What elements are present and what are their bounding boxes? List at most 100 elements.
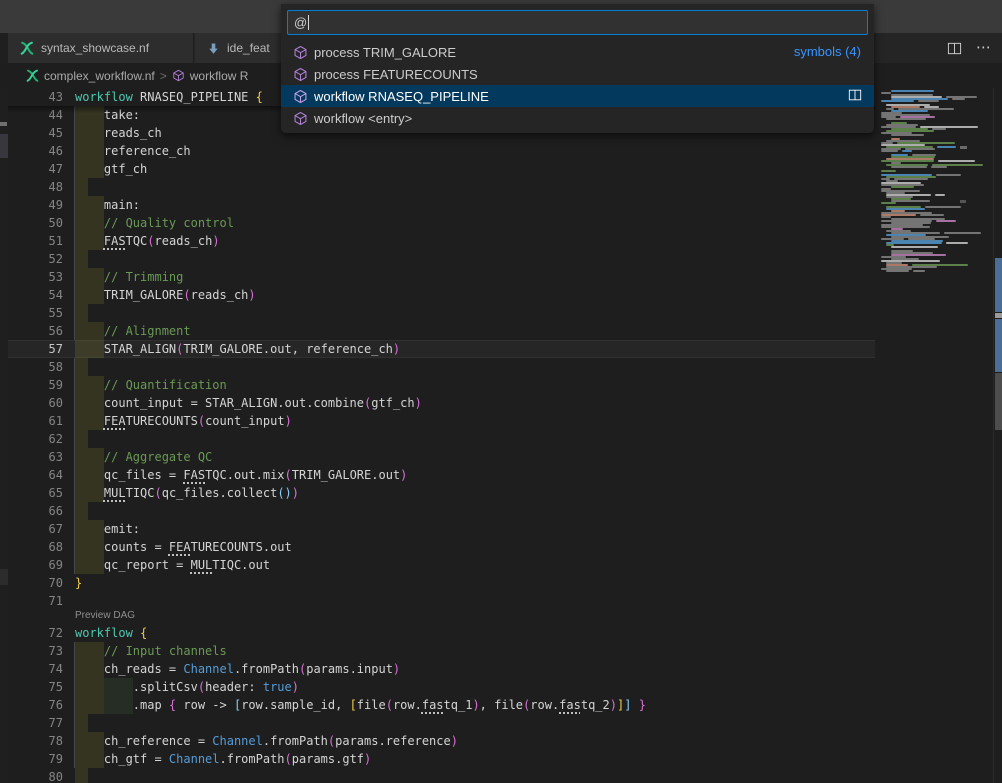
line-number[interactable]: 69 xyxy=(8,556,63,574)
code-line-65[interactable]: 65 MULTIQC(qc_files.collect()) xyxy=(8,484,875,502)
symbols-count-badge: symbols (4) xyxy=(794,41,861,63)
code-line-60[interactable]: 60 count_input = STAR_ALIGN.out.combine(… xyxy=(8,394,875,412)
line-number[interactable]: 66 xyxy=(8,502,63,520)
line-number[interactable]: 73 xyxy=(8,642,63,660)
line-number[interactable]: 77 xyxy=(8,714,63,732)
line-number[interactable]: 54 xyxy=(8,286,63,304)
code-line-52[interactable]: 52 xyxy=(8,250,875,268)
overview-ruler-scrollbar[interactable] xyxy=(993,88,1002,783)
line-number[interactable]: 46 xyxy=(8,142,63,160)
code-line-61[interactable]: 61 FEATURECOUNTS(count_input) xyxy=(8,412,875,430)
line-number[interactable]: 44 xyxy=(8,106,63,124)
line-number[interactable]: 45 xyxy=(8,124,63,142)
code-line-75[interactable]: 75 .splitCsv(header: true) xyxy=(8,678,875,696)
line-number[interactable]: 72 xyxy=(8,624,63,642)
code-line-71[interactable]: 71 xyxy=(8,592,875,610)
quick-open-item-3[interactable]: workflow <entry> xyxy=(281,107,874,129)
line-number[interactable]: 59 xyxy=(8,376,63,394)
line-number[interactable]: 49 xyxy=(8,196,63,214)
line-number[interactable]: 78 xyxy=(8,732,63,750)
quick-open-item-0[interactable]: process TRIM_GALOREsymbols (4) xyxy=(281,41,874,63)
code-line-79[interactable]: 79 ch_gtf = Channel.fromPath(params.gtf) xyxy=(8,750,875,768)
code-line-48[interactable]: 48 xyxy=(8,178,875,196)
line-number[interactable]: 71 xyxy=(8,592,63,610)
minimap-line xyxy=(946,242,968,244)
code-line-50[interactable]: 50 // Quality control xyxy=(8,214,875,232)
more-actions-icon[interactable]: ⋯ xyxy=(976,40,992,56)
code-line-80[interactable]: 80 xyxy=(8,768,875,783)
line-number[interactable]: 50 xyxy=(8,214,63,232)
code-line-67[interactable]: 67 emit: xyxy=(8,520,875,538)
line-number[interactable]: 48 xyxy=(8,178,63,196)
code-line-54[interactable]: 54 TRIM_GALORE(reads_ch) xyxy=(8,286,875,304)
code-text: MULTIQC(qc_files.collect()) xyxy=(75,484,299,502)
code-line-59[interactable]: 59 // Quantification xyxy=(8,376,875,394)
open-to-side-icon[interactable] xyxy=(848,88,864,104)
minimap-line xyxy=(881,170,896,172)
code-line-68[interactable]: 68 counts = FEATURECOUNTS.out xyxy=(8,538,875,556)
line-number[interactable]: 53 xyxy=(8,268,63,286)
line-number[interactable]: 76 xyxy=(8,696,63,714)
code-editor[interactable]: 43workflow RNASEQ_PIPELINE {44 take:45 r… xyxy=(8,88,875,783)
line-number[interactable]: 67 xyxy=(8,520,63,538)
code-line-62[interactable]: 62 xyxy=(8,430,875,448)
line-number[interactable]: 64 xyxy=(8,466,63,484)
split-editor-icon[interactable] xyxy=(946,40,962,56)
code-line-66[interactable]: 66 xyxy=(8,502,875,520)
minimap-line xyxy=(886,242,942,244)
tab-syntax-showcase-nf[interactable]: syntax_showcase.nf xyxy=(8,33,194,63)
line-number[interactable]: 63 xyxy=(8,448,63,466)
quick-open-list: process TRIM_GALOREsymbols (4)process FE… xyxy=(281,41,874,131)
line-number[interactable]: 60 xyxy=(8,394,63,412)
line-number[interactable]: 55 xyxy=(8,304,63,322)
code-line-74[interactable]: 74 ch_reads = Channel.fromPath(params.in… xyxy=(8,660,875,678)
line-number[interactable]: 79 xyxy=(8,750,63,768)
code-line-76[interactable]: 76 .map { row -> [row.sample_id, [file(r… xyxy=(8,696,875,714)
line-number[interactable]: 62 xyxy=(8,430,63,448)
line-number[interactable]: 74 xyxy=(8,660,63,678)
symbol-method-icon xyxy=(293,67,308,82)
line-number[interactable]: 68 xyxy=(8,538,63,556)
code-line-56[interactable]: 56 // Alignment xyxy=(8,322,875,340)
line-number[interactable]: 80 xyxy=(8,768,63,783)
minimap-line xyxy=(891,134,924,136)
line-number[interactable]: 75 xyxy=(8,678,63,696)
code-line-70[interactable]: 70} xyxy=(8,574,875,592)
line-number[interactable]: 52 xyxy=(8,250,63,268)
code-line-47[interactable]: 47 gtf_ch xyxy=(8,160,875,178)
line-number[interactable]: 47 xyxy=(8,160,63,178)
code-line-69[interactable]: 69 qc_report = MULTIQC.out xyxy=(8,556,875,574)
code-line-55[interactable]: 55 xyxy=(8,304,875,322)
quick-open-input[interactable]: @ xyxy=(287,10,868,35)
breadcrumb-symbol[interactable]: workflow R xyxy=(190,69,249,83)
code-line-72[interactable]: 72workflow { xyxy=(8,624,875,642)
code-text: // Alignment xyxy=(75,322,191,340)
indent-highlight xyxy=(75,768,88,783)
scrollbar-thumb[interactable] xyxy=(995,373,1002,430)
code-line-51[interactable]: 51 FASTQC(reads_ch) xyxy=(8,232,875,250)
code-line-77[interactable]: 77 xyxy=(8,714,875,732)
line-number[interactable]: 70 xyxy=(8,574,63,592)
line-number[interactable]: 58 xyxy=(8,358,63,376)
breadcrumb-file[interactable]: complex_workflow.nf xyxy=(44,69,155,83)
code-line-64[interactable]: 64 qc_files = FASTQC.out.mix(TRIM_GALORE… xyxy=(8,466,875,484)
code-line-49[interactable]: 49 main: xyxy=(8,196,875,214)
line-number[interactable]: 61 xyxy=(8,412,63,430)
minimap[interactable] xyxy=(877,88,993,783)
line-number[interactable]: 51 xyxy=(8,232,63,250)
symbol-method-icon xyxy=(293,89,308,104)
line-number[interactable]: 56 xyxy=(8,322,63,340)
code-line-63[interactable]: 63 // Aggregate QC xyxy=(8,448,875,466)
code-line-57[interactable]: 57 STAR_ALIGN(TRIM_GALORE.out, reference… xyxy=(8,340,875,358)
code-line-58[interactable]: 58 xyxy=(8,358,875,376)
codelens-preview-dag[interactable]: Preview DAG xyxy=(75,609,135,623)
quick-open-item-2[interactable]: workflow RNASEQ_PIPELINE xyxy=(281,85,874,107)
code-line-53[interactable]: 53 // Trimming xyxy=(8,268,875,286)
line-number[interactable]: 65 xyxy=(8,484,63,502)
quick-open-item-1[interactable]: process FEATURECOUNTS xyxy=(281,63,874,85)
code-line-46[interactable]: 46 reference_ch xyxy=(8,142,875,160)
code-line-78[interactable]: 78 ch_reference = Channel.fromPath(param… xyxy=(8,732,875,750)
line-number[interactable]: 57 xyxy=(8,340,63,358)
line-number[interactable]: 43 xyxy=(8,88,63,106)
code-line-73[interactable]: 73 // Input channels xyxy=(8,642,875,660)
